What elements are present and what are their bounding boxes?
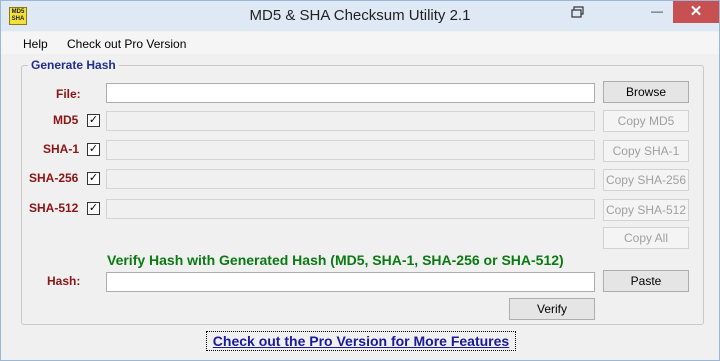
group-label: Generate Hash xyxy=(28,58,119,72)
browse-button[interactable]: Browse xyxy=(603,81,689,103)
sha256-checkbox[interactable]: ✓ xyxy=(87,172,100,185)
sha1-label: SHA-1 xyxy=(43,142,80,156)
md5-output-field[interactable] xyxy=(106,111,595,131)
copy-all-button[interactable]: Copy All xyxy=(603,227,689,249)
file-path-input[interactable] xyxy=(106,83,595,103)
menu-bar: Help Check out Pro Version xyxy=(1,32,719,54)
minimize-button[interactable]: — xyxy=(643,1,671,23)
hash-input[interactable] xyxy=(106,272,595,292)
menu-pro-version[interactable]: Check out Pro Version xyxy=(67,37,186,51)
copy-sha1-button[interactable]: Copy SHA-1 xyxy=(603,140,689,162)
verify-section-title: Verify Hash with Generated Hash (MD5, SH… xyxy=(107,252,564,268)
close-button[interactable]: ✕ xyxy=(673,1,719,23)
sha256-output-field[interactable] xyxy=(106,169,595,189)
hash-label: Hash: xyxy=(47,274,81,288)
sha512-checkbox[interactable]: ✓ xyxy=(87,202,100,215)
verify-button[interactable]: Verify xyxy=(509,298,595,320)
sha512-output-field[interactable] xyxy=(106,199,595,219)
sha512-label: SHA-512 xyxy=(29,201,79,215)
md5-label: MD5 xyxy=(53,113,79,127)
copy-sha256-button[interactable]: Copy SHA-256 xyxy=(603,169,689,191)
menu-help[interactable]: Help xyxy=(23,37,48,51)
window-title: MD5 & SHA Checksum Utility 2.1 xyxy=(249,7,471,24)
title-bar: MD5 SHA MD5 & SHA Checksum Utility 2.1 —… xyxy=(1,1,719,31)
sha256-label: SHA-256 xyxy=(29,171,79,185)
copy-md5-button[interactable]: Copy MD5 xyxy=(603,110,689,132)
pro-version-link[interactable]: Check out the Pro Version for More Featu… xyxy=(206,331,516,351)
sha1-output-field[interactable] xyxy=(106,140,595,160)
md5-checkbox[interactable]: ✓ xyxy=(87,114,100,127)
copy-sha512-button[interactable]: Copy SHA-512 xyxy=(603,199,689,221)
paste-button[interactable]: Paste xyxy=(603,270,689,292)
app-window: MD5 SHA MD5 & SHA Checksum Utility 2.1 —… xyxy=(0,0,720,361)
file-label: File: xyxy=(56,87,81,101)
sha1-checkbox[interactable]: ✓ xyxy=(87,143,100,156)
restore-window-icon[interactable] xyxy=(566,1,590,23)
